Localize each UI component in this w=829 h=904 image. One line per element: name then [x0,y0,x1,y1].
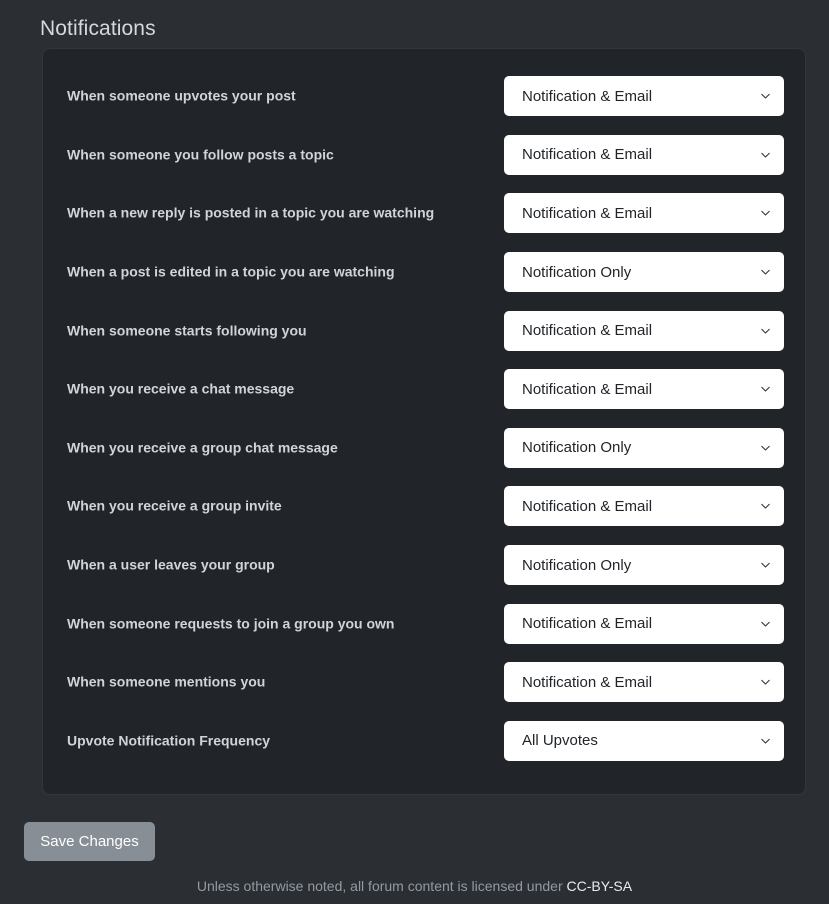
notification-settings-list: When someone upvotes your post Notificati… [43,67,805,770]
notification-preference-select[interactable]: Notification & Email [504,134,784,175]
setting-row: Upvote Notification Frequency All Upvotes [43,712,805,771]
setting-row: When a post is edited in a topic you are… [43,243,805,302]
setting-label: Upvote Notification Frequency [67,732,271,749]
footer-license-link[interactable]: CC-BY-SA [567,878,633,894]
footer-license-text: Unless otherwise noted, all forum conten… [196,878,563,894]
select-value[interactable]: Notification Only [504,545,784,586]
setting-label: When someone starts following you [67,322,307,339]
notification-preference-select[interactable]: Notification Only [504,252,784,293]
select-value[interactable]: Notification & Email [504,662,784,703]
setting-row: When someone you follow posts a topic Not… [43,126,805,185]
setting-row: When a new reply is posted in a topic yo… [43,184,805,243]
notification-preference-select[interactable]: Notification & Email [504,603,784,644]
setting-label: When someone mentions you [67,673,266,690]
setting-row: When someone requests to join a group yo… [43,594,805,653]
page-title: Notifications [40,17,156,40]
setting-row: When a user leaves your group Notificatio… [43,536,805,595]
select-value[interactable]: Notification & Email [504,193,784,234]
setting-row: When someone mentions you Notification & … [43,653,805,712]
select-value[interactable]: Notification & Email [504,486,784,527]
setting-label: When you receive a group chat message [67,439,338,456]
footer: Unless otherwise noted, all forum conten… [0,878,829,894]
notification-preference-select[interactable]: Notification & Email [504,662,784,703]
notification-preference-select[interactable]: Notification Only [504,545,784,586]
setting-label: When someone requests to join a group yo… [67,615,395,632]
notification-preference-select[interactable]: Notification & Email [504,193,784,234]
setting-label: When a new reply is posted in a topic yo… [67,205,435,222]
setting-label: When a post is edited in a topic you are… [67,263,395,280]
setting-row: When you receive a chat message Notificat… [43,360,805,419]
notifications-settings-page: Notifications When someone upvotes your … [0,0,829,904]
notification-preference-select[interactable]: Notification & Email [504,76,784,117]
setting-label: When you receive a group invite [67,498,282,515]
setting-row: When you receive a group chat message Not… [43,419,805,478]
notification-preference-select[interactable]: Notification & Email [504,486,784,527]
select-value[interactable]: All Upvotes [504,720,784,761]
setting-row: When you receive a group invite Notificat… [43,477,805,536]
save-changes-button[interactable]: Save Changes [24,822,155,861]
select-value[interactable]: Notification Only [504,427,784,468]
select-value[interactable]: Notification Only [504,252,784,293]
setting-row: When someone starts following you Notific… [43,301,805,360]
notification-preference-select[interactable]: Notification & Email [504,310,784,351]
select-value[interactable]: Notification & Email [504,134,784,175]
select-value[interactable]: Notification & Email [504,310,784,351]
setting-row: When someone upvotes your post Notificati… [43,67,805,126]
notification-preference-select[interactable]: Notification Only [504,427,784,468]
setting-label: When a user leaves your group [67,556,275,573]
select-value[interactable]: Notification & Email [504,369,784,410]
select-value[interactable]: Notification & Email [504,76,784,117]
notification-preference-select[interactable]: All Upvotes [504,720,784,761]
setting-label: When someone you follow posts a topic [67,146,334,163]
select-value[interactable]: Notification & Email [504,603,784,644]
setting-label: When someone upvotes your post [67,87,296,104]
notification-preference-select[interactable]: Notification & Email [504,369,784,410]
notifications-settings-card: When someone upvotes your post Notificati… [42,48,806,795]
setting-label: When you receive a chat message [67,380,295,397]
